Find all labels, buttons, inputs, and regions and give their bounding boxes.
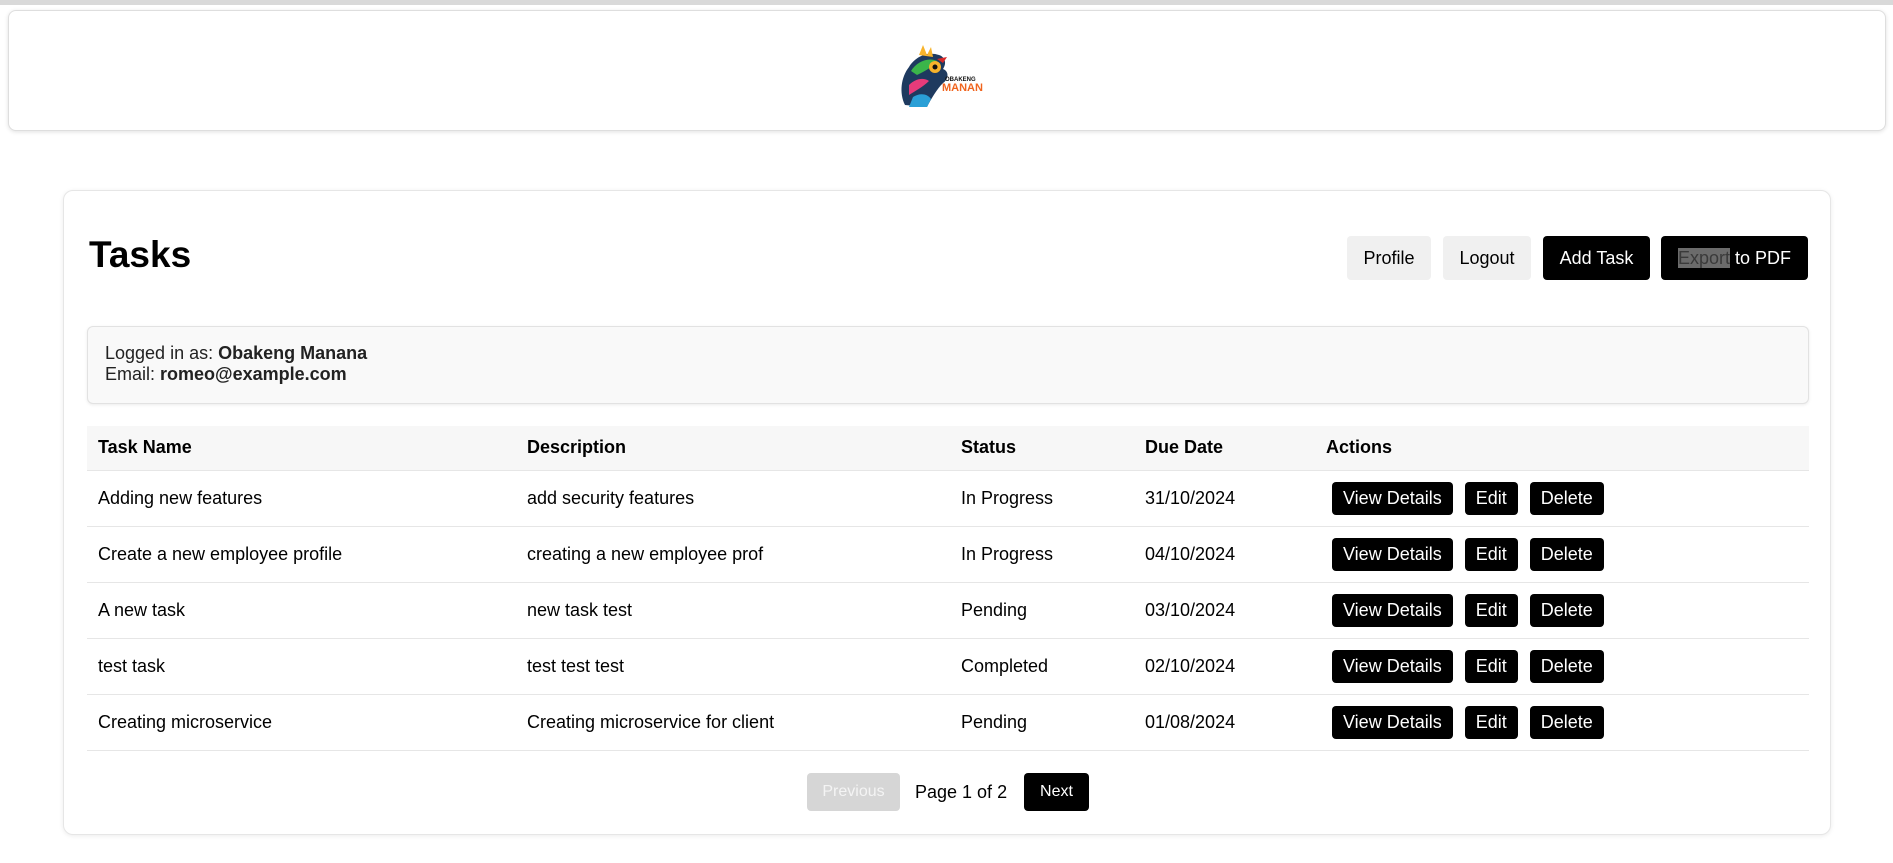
- site-header: OBAKENG MANANA: [8, 10, 1886, 131]
- delete-button[interactable]: Delete: [1529, 705, 1604, 739]
- task-name: test task: [87, 638, 516, 695]
- task-status: Completed: [950, 638, 1134, 695]
- email-line: Email: romeo@example.com: [105, 364, 1791, 385]
- email-label: Email:: [105, 364, 161, 384]
- browser-top-strip: [0, 0, 1893, 5]
- task-name: Creating microservice: [87, 694, 516, 751]
- task-description: new task test: [516, 582, 950, 639]
- task-status: In Progress: [950, 470, 1134, 527]
- task-due-date: 01/08/2024: [1134, 694, 1315, 751]
- export-highlighted-text: Export: [1677, 247, 1730, 268]
- task-status: Pending: [950, 582, 1134, 639]
- edit-button[interactable]: Edit: [1464, 649, 1518, 683]
- table-row: A new task new task test Pending 03/10/2…: [87, 582, 1809, 639]
- export-pdf-button[interactable]: Export to PDF: [1661, 236, 1808, 280]
- tasks-table: Task Name Description Status Due Date Ac…: [87, 426, 1809, 751]
- tasks-card: Tasks Profile Logout Add Task Export to …: [63, 190, 1831, 835]
- task-actions: View Details Edit Delete: [1315, 694, 1809, 751]
- task-description: add security features: [516, 470, 950, 527]
- task-actions: View Details Edit Delete: [1315, 582, 1809, 639]
- edit-button[interactable]: Edit: [1464, 481, 1518, 515]
- delete-button[interactable]: Delete: [1529, 649, 1604, 683]
- add-task-button[interactable]: Add Task: [1543, 236, 1650, 280]
- next-page-button[interactable]: Next: [1024, 773, 1089, 811]
- task-name: Create a new employee profile: [87, 526, 516, 583]
- page-title: Tasks: [89, 234, 192, 275]
- user-info-panel: Logged in as: Obakeng Manana Email: rome…: [87, 326, 1809, 404]
- user-email: romeo@example.com: [160, 364, 347, 384]
- column-status: Status: [950, 426, 1134, 471]
- logo-text-bottom: MANANA: [942, 82, 983, 94]
- user-name: Obakeng Manana: [218, 343, 368, 363]
- view-details-button[interactable]: View Details: [1332, 537, 1453, 571]
- column-actions: Actions: [1315, 426, 1809, 471]
- logged-in-line: Logged in as: Obakeng Manana: [105, 343, 1791, 364]
- delete-button[interactable]: Delete: [1529, 537, 1604, 571]
- task-actions: View Details Edit Delete: [1315, 470, 1809, 527]
- edit-button[interactable]: Edit: [1464, 705, 1518, 739]
- task-status: Pending: [950, 694, 1134, 751]
- task-actions: View Details Edit Delete: [1315, 526, 1809, 583]
- profile-button[interactable]: Profile: [1347, 236, 1431, 280]
- export-rest-text: to PDF: [1730, 247, 1792, 268]
- tasks-table-body: Adding new features add security feature…: [87, 470, 1809, 751]
- view-details-button[interactable]: View Details: [1332, 593, 1453, 627]
- previous-page-button[interactable]: Previous: [807, 773, 900, 811]
- task-actions: View Details Edit Delete: [1315, 638, 1809, 695]
- task-due-date: 04/10/2024: [1134, 526, 1315, 583]
- column-description: Description: [516, 426, 950, 471]
- logout-button[interactable]: Logout: [1443, 236, 1531, 280]
- table-row: test task test test test Completed 02/10…: [87, 638, 1809, 695]
- task-description: creating a new employee prof: [516, 526, 950, 583]
- task-name: Adding new features: [87, 470, 516, 527]
- table-row: Creating microservice Creating microserv…: [87, 694, 1809, 751]
- task-due-date: 03/10/2024: [1134, 582, 1315, 639]
- tasks-table-header: Task Name Description Status Due Date Ac…: [87, 426, 1809, 471]
- view-details-button[interactable]: View Details: [1332, 481, 1453, 515]
- column-task-name: Task Name: [87, 426, 516, 471]
- pagination: Previous Page 1 of 2 Next: [64, 773, 1832, 811]
- chameleon-logo-icon: OBAKENG MANANA: [901, 45, 991, 107]
- logged-in-label: Logged in as:: [105, 343, 219, 363]
- edit-button[interactable]: Edit: [1464, 537, 1518, 571]
- task-description: test test test: [516, 638, 950, 695]
- header-row: Task Name Description Status Due Date Ac…: [87, 426, 1809, 471]
- delete-button[interactable]: Delete: [1529, 481, 1604, 515]
- task-name: A new task: [87, 582, 516, 639]
- column-due-date: Due Date: [1134, 426, 1315, 471]
- task-status: In Progress: [950, 526, 1134, 583]
- task-due-date: 31/10/2024: [1134, 470, 1315, 527]
- table-row: Create a new employee profile creating a…: [87, 526, 1809, 583]
- edit-button[interactable]: Edit: [1464, 593, 1518, 627]
- delete-button[interactable]: Delete: [1529, 593, 1604, 627]
- view-details-button[interactable]: View Details: [1332, 705, 1453, 739]
- view-details-button[interactable]: View Details: [1332, 649, 1453, 683]
- table-row: Adding new features add security feature…: [87, 470, 1809, 527]
- brand-logo[interactable]: OBAKENG MANANA: [897, 41, 991, 111]
- page-indicator: Page 1 of 2: [915, 782, 1008, 802]
- task-due-date: 02/10/2024: [1134, 638, 1315, 695]
- task-description: Creating microservice for client: [516, 694, 950, 751]
